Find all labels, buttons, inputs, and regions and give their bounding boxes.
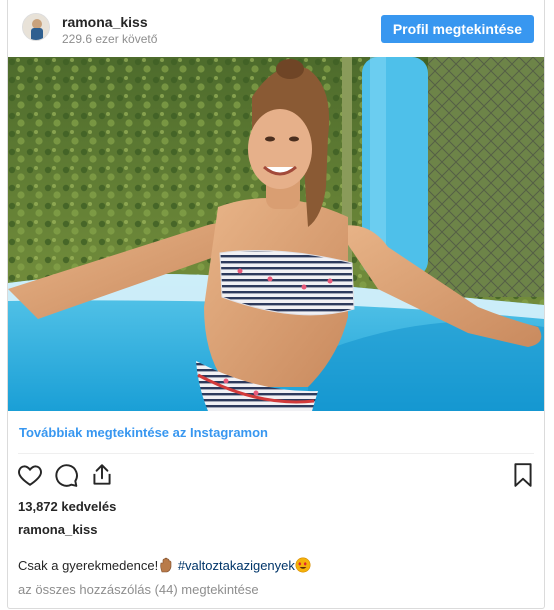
like-count[interactable]: 13,872 kedvelés bbox=[18, 499, 116, 514]
avatar[interactable] bbox=[22, 13, 50, 41]
post-header: ramona_kiss 229.6 ezer követő Profil meg… bbox=[8, 0, 544, 56]
raised-hand-emoji bbox=[158, 557, 174, 576]
post-caption: Csak a gyerekmedence! #valtoztakazigenye… bbox=[18, 557, 311, 576]
heart-icon[interactable] bbox=[17, 462, 43, 488]
caption-text: Csak a gyerekmedence! bbox=[18, 558, 159, 573]
follower-count: 229.6 ezer követő bbox=[62, 32, 158, 46]
instagram-embed: ramona_kiss 229.6 ezer követő Profil meg… bbox=[7, 0, 545, 609]
heart-eyes-emoji bbox=[295, 557, 311, 576]
like-count-text: 13,872 kedvelés bbox=[18, 499, 117, 514]
comment-icon[interactable] bbox=[53, 462, 79, 488]
view-profile-button[interactable]: Profil megtekintése bbox=[380, 15, 534, 43]
action-bar bbox=[8, 462, 544, 490]
caption-author[interactable]: ramona_kiss bbox=[18, 522, 98, 537]
hashtag-link[interactable]: #valtoztakazigenyek bbox=[178, 558, 295, 573]
divider bbox=[18, 453, 534, 454]
header-username[interactable]: ramona_kiss bbox=[62, 14, 148, 30]
share-icon[interactable] bbox=[89, 462, 115, 488]
post-photo[interactable] bbox=[8, 57, 544, 411]
view-all-comments-link[interactable]: az összes hozzászólás (44) megtekintése bbox=[18, 582, 259, 597]
bookmark-icon[interactable] bbox=[510, 462, 536, 488]
view-more-on-instagram-link[interactable]: Továbbiak megtekintése az Instagramon bbox=[19, 425, 268, 440]
